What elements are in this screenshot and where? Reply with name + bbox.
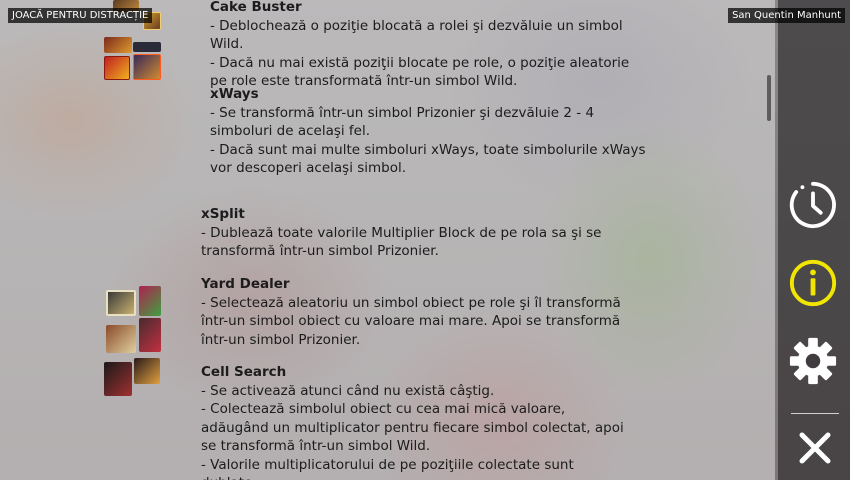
info-icon bbox=[789, 259, 837, 307]
game-title: San Quentin Manhunt bbox=[728, 8, 845, 23]
cell-search-title: Cell Search bbox=[201, 364, 287, 380]
xways-section: xWays - Se transformă într-un simbol Pri… bbox=[210, 85, 650, 178]
info-button[interactable] bbox=[788, 258, 838, 308]
settings-button[interactable] bbox=[788, 336, 838, 386]
yard-dealer-section: Yard Dealer - Selectează aleatoriu un si… bbox=[201, 275, 641, 349]
cell-search-line-1: - Se activează atunci când nu există câş… bbox=[201, 382, 495, 399]
side-menu bbox=[778, 0, 850, 480]
xways-line-2: - Dacă sunt mai multe simboluri xWays, t… bbox=[210, 141, 646, 177]
xsplit-line-1: - Dublează toate valorile Multiplier Blo… bbox=[201, 224, 602, 260]
cell-search-section: Cell Search - Se activează atunci când n… bbox=[201, 363, 631, 480]
history-button[interactable] bbox=[788, 180, 838, 230]
xsplit-title: xSplit bbox=[201, 206, 245, 222]
xways-line-1: - Se transformă într-un simbol Prizonier… bbox=[210, 104, 595, 140]
cake-buster-title: Cake Buster bbox=[210, 0, 302, 15]
scrollbar-thumb[interactable] bbox=[767, 75, 771, 121]
close-icon bbox=[799, 432, 831, 464]
cell-search-line-2: - Colectează simbolul obiect cu cea mai … bbox=[201, 401, 624, 454]
close-button[interactable] bbox=[790, 423, 840, 473]
cake-buster-line-1: - Deblochează o poziţie blocată a rolei … bbox=[210, 17, 623, 53]
play-for-fun-label: JOACĂ PENTRU DISTRACȚIE bbox=[8, 8, 153, 23]
cake-buster-section: Cake Buster - Deblochează o poziţie bloc… bbox=[210, 0, 650, 91]
clock-history-icon bbox=[789, 181, 836, 229]
gear-icon bbox=[789, 337, 837, 385]
yard-dealer-title: Yard Dealer bbox=[201, 276, 290, 292]
menu-divider bbox=[791, 413, 839, 414]
xways-title: xWays bbox=[210, 86, 259, 102]
yard-dealer-line-1: - Selectează aleatoriu un simbol obiect … bbox=[201, 294, 621, 348]
cell-search-line-3: - Valorile multiplicatorului de pe poziţ… bbox=[201, 456, 574, 480]
xsplit-section: xSplit - Dublează toate valorile Multipl… bbox=[201, 205, 621, 261]
